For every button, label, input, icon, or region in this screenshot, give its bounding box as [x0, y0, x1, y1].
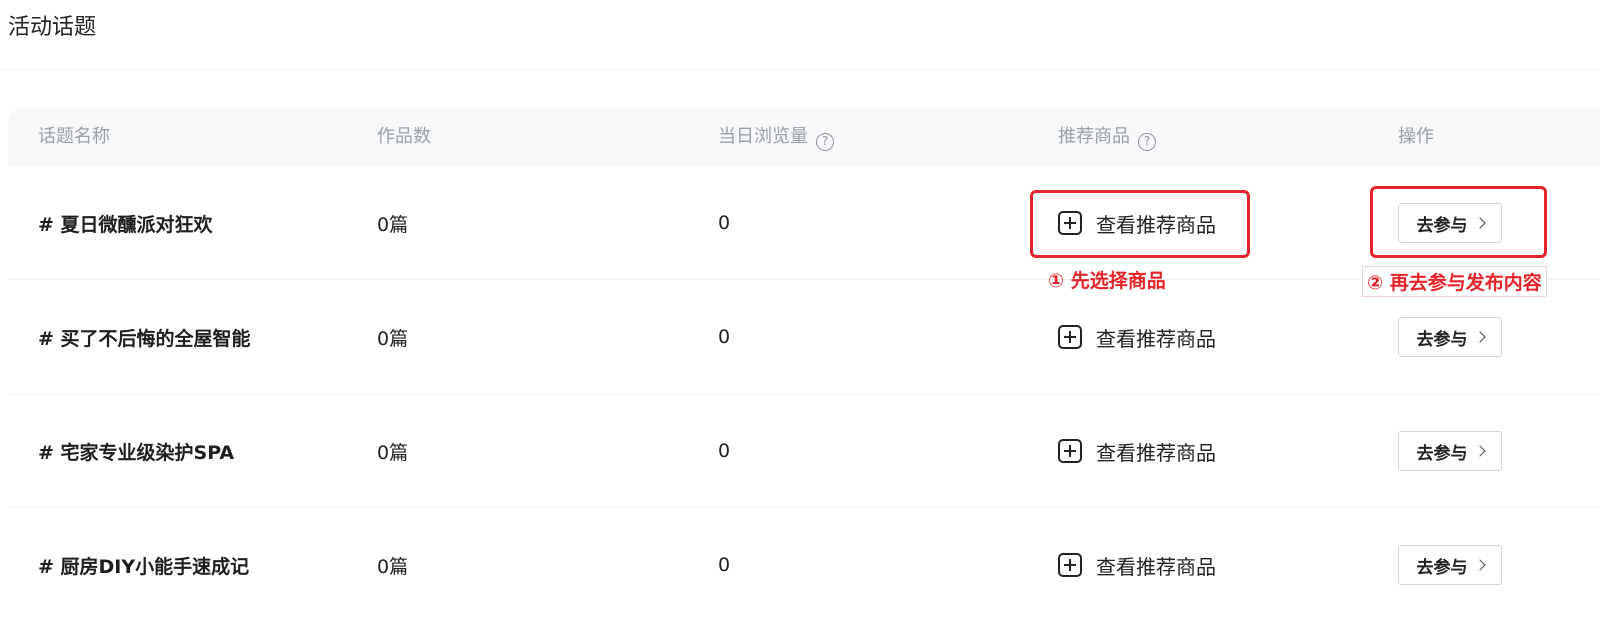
annotation-step2: ② 再去参与发布内容	[1362, 266, 1547, 297]
view-recommended-goods-button[interactable]: 查看推荐商品	[1058, 437, 1216, 466]
join-button[interactable]: 去参与	[1398, 431, 1502, 471]
daily-views: 0	[718, 212, 731, 234]
topics-table: 话题名称 作品数 当日浏览量? 推荐商品? 操作 # 夏日微醺派对狂欢 0篇 0…	[8, 108, 1600, 607]
daily-views: 0	[718, 440, 731, 462]
chevron-right-icon	[1473, 559, 1486, 571]
plus-icon	[1058, 553, 1082, 577]
highlight-box-join	[1370, 186, 1547, 258]
topic-name: # 买了不后悔的全屋智能	[38, 327, 251, 350]
join-button[interactable]: 去参与	[1398, 317, 1502, 357]
works-count: 0篇	[377, 441, 409, 464]
view-goods-label: 查看推荐商品	[1096, 326, 1216, 351]
join-label: 去参与	[1416, 329, 1468, 350]
plus-icon	[1058, 439, 1082, 463]
topic-name: # 宅家专业级染护SPA	[38, 441, 235, 464]
action-cell: 去参与	[1398, 280, 1502, 394]
help-icon[interactable]: ?	[1138, 133, 1156, 151]
goods-cell: 查看推荐商品	[1058, 394, 1216, 508]
header-recommended-goods: 推荐商品?	[1058, 108, 1156, 166]
table-row: # 宅家专业级染护SPA 0篇 0 查看推荐商品 去参与	[8, 394, 1600, 508]
highlight-box-goods	[1030, 190, 1250, 258]
goods-cell: 查看推荐商品	[1058, 508, 1216, 622]
chevron-right-icon	[1473, 445, 1486, 457]
daily-views: 0	[718, 554, 731, 576]
works-count: 0篇	[377, 327, 409, 350]
works-count: 0篇	[377, 555, 409, 578]
table-row: # 夏日微醺派对狂欢 0篇 0 查看推荐商品 去参与	[8, 166, 1600, 280]
help-icon[interactable]: ?	[816, 133, 834, 151]
view-goods-label: 查看推荐商品	[1096, 554, 1216, 579]
action-cell: 去参与	[1398, 508, 1502, 622]
join-button[interactable]: 去参与	[1398, 545, 1502, 585]
join-label: 去参与	[1416, 557, 1468, 578]
header-topic-name: 话题名称	[38, 126, 110, 147]
daily-views: 0	[718, 326, 731, 348]
title-divider	[0, 70, 1600, 71]
view-goods-label: 查看推荐商品	[1096, 440, 1216, 465]
view-recommended-goods-button[interactable]: 查看推荐商品	[1058, 551, 1216, 580]
topic-name: # 厨房DIY小能手速成记	[38, 555, 250, 578]
header-daily-views: 当日浏览量?	[718, 108, 834, 166]
annotation-step1: ① 先选择商品	[1048, 270, 1166, 292]
table-row: # 厨房DIY小能手速成记 0篇 0 查看推荐商品 去参与	[8, 508, 1600, 620]
header-action: 操作	[1398, 126, 1434, 147]
goods-cell: 查看推荐商品	[1058, 280, 1216, 394]
page-title: 活动话题	[8, 15, 97, 40]
chevron-right-icon	[1473, 331, 1486, 343]
table-row: # 买了不后悔的全屋智能 0篇 0 查看推荐商品 去参与	[8, 280, 1600, 394]
header-works-count: 作品数	[377, 126, 431, 147]
topic-name: # 夏日微醺派对狂欢	[38, 213, 213, 236]
action-cell: 去参与	[1398, 394, 1502, 508]
works-count: 0篇	[377, 213, 409, 236]
join-label: 去参与	[1416, 443, 1468, 464]
table-header: 话题名称 作品数 当日浏览量? 推荐商品? 操作	[8, 108, 1600, 166]
view-recommended-goods-button[interactable]: 查看推荐商品	[1058, 323, 1216, 352]
plus-icon	[1058, 325, 1082, 349]
